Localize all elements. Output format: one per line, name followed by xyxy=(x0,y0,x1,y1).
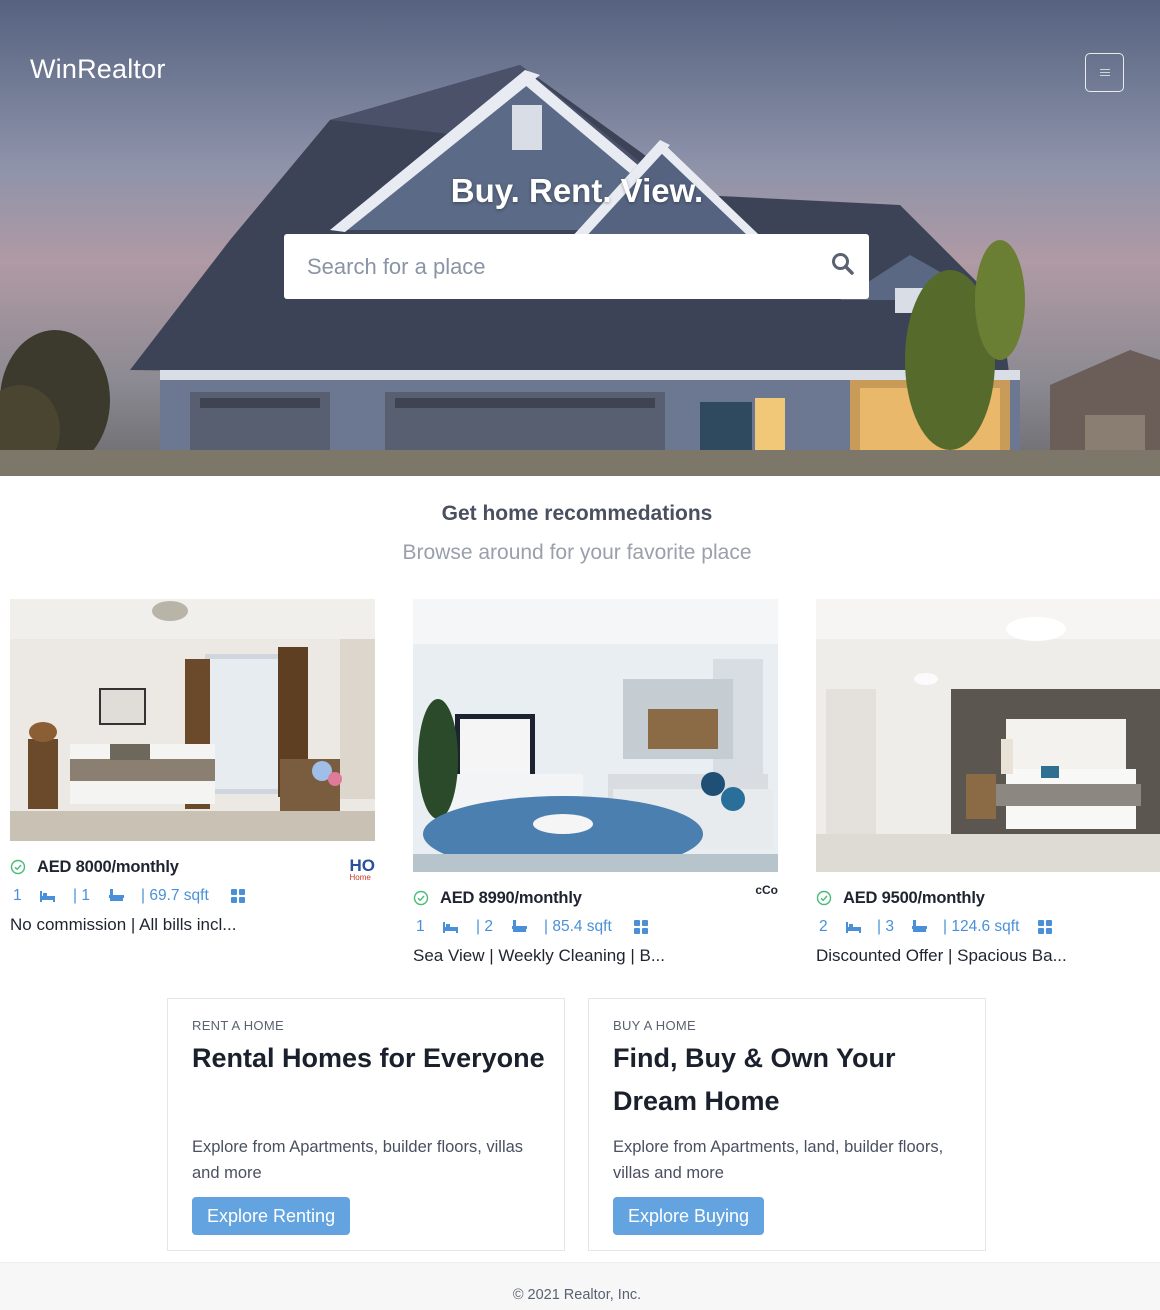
listing-photo[interactable] xyxy=(10,599,375,841)
footer: © 2021 Realtor, Inc. xyxy=(0,1262,1160,1310)
explore-renting-button[interactable]: Explore Renting xyxy=(192,1197,351,1235)
buy-eyebrow: BUY A HOME xyxy=(613,1018,696,1033)
explore-buying-button[interactable]: Explore Buying xyxy=(613,1197,765,1235)
bathtub-icon xyxy=(512,920,527,932)
amenities-grid-icon xyxy=(1038,920,1052,934)
copyright-text: © 2021 Realtor, Inc. xyxy=(512,1287,642,1303)
buy-body: Explore from Apartments, land, builder f… xyxy=(613,1138,944,1182)
brand-logo[interactable]: WinRealtor xyxy=(30,54,166,85)
listing-price: AED 8000/monthly xyxy=(37,858,179,876)
bed-count: 1 xyxy=(416,918,425,935)
rent-body: Explore from Apartments, builder floors,… xyxy=(192,1138,524,1182)
rent-home-panel: RENT A HOME Rental Homes for Everyone Ex… xyxy=(167,998,565,1251)
verified-check-icon xyxy=(413,890,429,906)
amenities-grid-icon xyxy=(231,889,245,903)
bathtub-icon xyxy=(109,889,124,901)
area-size: | 85.4 sqft xyxy=(544,918,612,935)
listing-photo[interactable] xyxy=(413,599,778,872)
bed-icon xyxy=(40,891,55,902)
recommendations-subtitle: Browse around for your favorite place xyxy=(402,541,752,564)
bed-count: 1 xyxy=(13,887,22,904)
agency-logo: cCo xyxy=(755,883,778,897)
menu-toggle-button[interactable] xyxy=(1085,53,1124,92)
agency-logo: HO Home xyxy=(350,856,376,882)
verified-check-icon xyxy=(10,859,26,875)
listing-description: No commission | All bills incl... xyxy=(10,915,237,934)
hamburger-menu-icon xyxy=(1099,69,1110,76)
hero-tagline: Buy. Rent. View. xyxy=(450,172,704,209)
bed-count: 2 xyxy=(819,918,828,935)
listing-description: Sea View | Weekly Cleaning | B... xyxy=(413,946,665,965)
bath-count: | 2 xyxy=(476,918,493,935)
listing-description: Discounted Offer | Spacious Ba... xyxy=(816,946,1067,965)
listing-price: AED 8990/monthly xyxy=(440,889,582,907)
bath-count: | 3 xyxy=(877,918,894,935)
bed-icon xyxy=(846,922,861,933)
recommendations-title: Get home recommedations xyxy=(441,502,713,525)
buy-headline: Find, Buy & Own Your Dream Home xyxy=(613,1043,896,1116)
search-bar xyxy=(284,234,869,299)
search-input[interactable] xyxy=(284,234,814,299)
listing-price: AED 9500/monthly xyxy=(843,889,985,907)
bathtub-icon xyxy=(912,920,927,932)
rent-headline: Rental Homes for Everyone xyxy=(192,1043,545,1073)
listing-photo[interactable] xyxy=(816,599,1160,872)
amenities-grid-icon xyxy=(634,920,648,934)
bed-icon xyxy=(443,922,458,933)
area-size: | 124.6 sqft xyxy=(943,918,1020,935)
bath-count: | 1 xyxy=(73,887,90,904)
area-size: | 69.7 sqft xyxy=(141,887,209,904)
search-icon[interactable] xyxy=(831,252,855,276)
buy-home-panel: BUY A HOME Find, Buy & Own Your Dream Ho… xyxy=(588,998,986,1251)
verified-check-icon xyxy=(816,890,832,906)
rent-eyebrow: RENT A HOME xyxy=(192,1018,284,1033)
agency-logo-text: cCo xyxy=(755,883,778,897)
